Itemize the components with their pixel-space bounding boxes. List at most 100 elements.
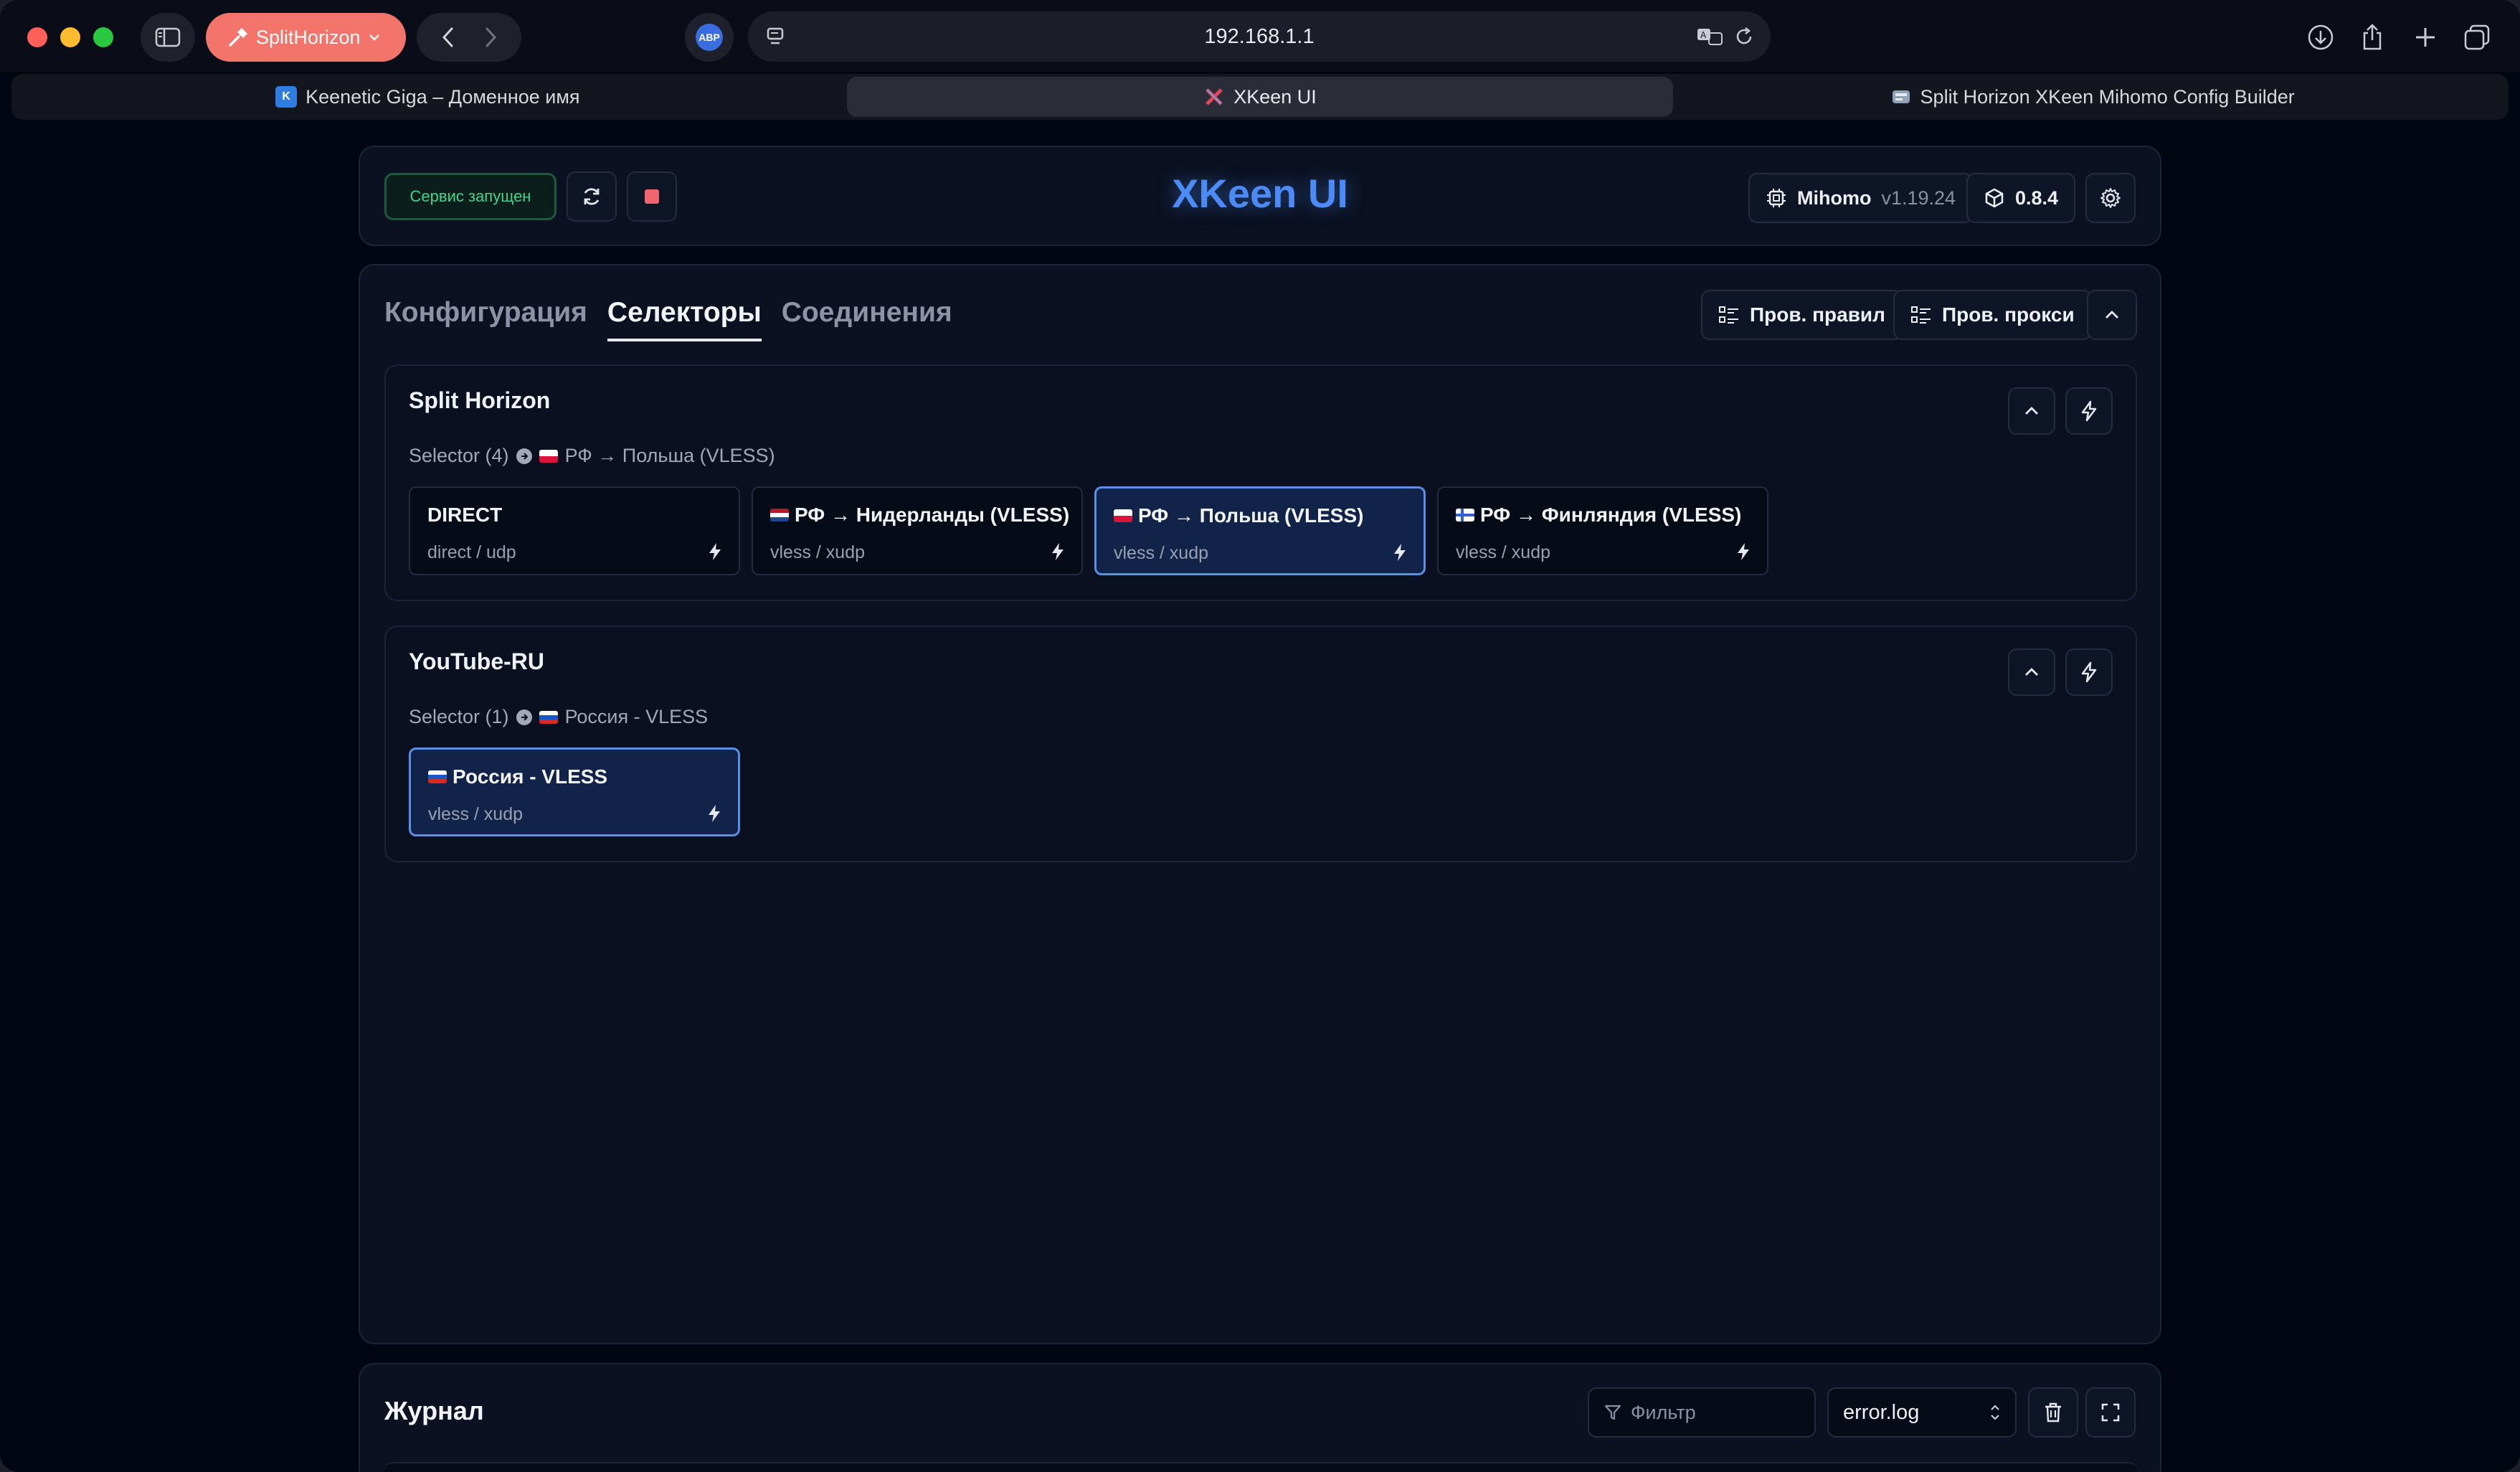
page-menu-icon[interactable] — [765, 26, 787, 47]
trash-icon — [2045, 1402, 2061, 1423]
collapse-group-button[interactable] — [2008, 648, 2055, 696]
arrow-right-icon — [516, 448, 532, 464]
sidebar-icon — [155, 27, 181, 47]
app-version-button[interactable]: 0.8.4 — [1966, 173, 2076, 223]
minimize-window-button[interactable] — [60, 27, 80, 47]
browser-window: SplitHorizon ABP 192.168.1.1 A K Keeneti… — [0, 0, 2520, 1472]
bolt-icon[interactable] — [1050, 542, 1066, 561]
downloads-button[interactable] — [2302, 19, 2339, 56]
back-button[interactable] — [440, 26, 457, 49]
poland-flag-icon — [539, 449, 558, 463]
bolt-icon[interactable] — [706, 804, 722, 823]
gear-icon — [2100, 188, 2121, 208]
url-text: 192.168.1.1 — [1204, 24, 1315, 48]
selector-group-youtube-ru: YouTube-RU Selector (1) Россия - VLESS Р… — [384, 626, 2137, 862]
package-icon — [1985, 188, 2004, 208]
app-header: Сервис запущен XKeen UI Mihomo v1.19.24 … — [359, 146, 2161, 246]
collapse-group-button[interactable] — [2008, 387, 2055, 435]
group-type: Selector (4) — [409, 445, 509, 466]
proxy-name: Россия - VLESS — [453, 765, 608, 788]
collapse-all-button[interactable] — [2087, 290, 2137, 340]
log-filter[interactable] — [1588, 1387, 1816, 1438]
tab-title: XKeen UI — [1233, 85, 1317, 108]
core-name: Mihomo — [1797, 187, 1872, 209]
chevron-up-icon — [2105, 311, 2118, 319]
bolt-icon[interactable] — [1392, 543, 1408, 562]
list-check-icon — [1719, 306, 1738, 324]
chevron-up-icon — [2025, 407, 2038, 415]
plus-icon — [2416, 28, 2435, 47]
log-output[interactable] — [384, 1462, 2137, 1472]
proxy-type: vless / xudp — [770, 542, 866, 562]
chevron-up-icon — [2025, 668, 2038, 676]
main-panel: Конфигурация Селекторы Соединения Пров. … — [359, 264, 2161, 1344]
xkeen-favicon-icon — [1205, 88, 1223, 105]
reload-icon[interactable] — [1733, 26, 1755, 47]
bolt-icon — [2081, 400, 2097, 422]
browser-tab-strip: K Keenetic Giga – Доменное имя XKeen UI … — [11, 74, 2509, 120]
browser-toolbar: SplitHorizon ABP 192.168.1.1 A — [0, 0, 2520, 72]
log-title: Журнал — [384, 1396, 484, 1425]
share-button[interactable] — [2354, 19, 2391, 56]
clear-log-button[interactable] — [2028, 1387, 2078, 1438]
close-window-button[interactable] — [27, 27, 47, 47]
browser-tab-keenetic[interactable]: K Keenetic Giga – Доменное имя — [14, 77, 841, 117]
tab-configuration[interactable]: Конфигурация — [384, 297, 587, 341]
tab-selectors[interactable]: Селекторы — [607, 297, 762, 341]
test-group-latency-button[interactable] — [2065, 387, 2113, 435]
proxy-name: РФ → Финляндия (VLESS) — [1480, 504, 1742, 526]
proxy-name: РФ → Польша (VLESS) — [1138, 504, 1364, 527]
chevron-down-icon — [369, 34, 379, 41]
check-rules-button[interactable]: Пров. правил — [1701, 290, 1903, 340]
group-type: Selector (1) — [409, 706, 509, 727]
forward-button[interactable] — [482, 26, 499, 49]
bolt-icon[interactable] — [707, 542, 723, 561]
expand-icon — [2101, 1403, 2120, 1422]
profile-name: SplitHorizon — [256, 26, 361, 48]
bolt-icon[interactable] — [1735, 542, 1751, 561]
log-file-value: error.log — [1843, 1400, 1920, 1424]
tab-overview-button[interactable] — [2458, 19, 2496, 56]
check-rules-label: Пров. правил — [1750, 303, 1885, 326]
selector-group-split-horizon: Split Horizon Selector (4) РФ → Польша (… — [384, 364, 2137, 601]
log-file-select[interactable]: error.log — [1827, 1387, 2017, 1438]
core-version-button[interactable]: Mihomo v1.19.24 — [1748, 173, 1974, 223]
proxy-type: vless / xudp — [1114, 543, 1209, 563]
check-proxies-button[interactable]: Пров. прокси — [1893, 290, 2092, 340]
proxy-name: DIRECT — [427, 504, 503, 526]
tab-overview-icon — [2464, 24, 2490, 50]
russia-flag-icon — [539, 710, 558, 724]
proxy-option[interactable]: DIRECT direct / udp — [409, 486, 740, 575]
proxy-option[interactable]: РФ → Нидерланды (VLESS) vless / xudp — [752, 486, 1083, 575]
browser-tab-xkeen[interactable]: XKeen UI — [846, 77, 1674, 117]
tab-title: Keenetic Giga – Доменное имя — [305, 85, 580, 108]
bolt-icon — [2081, 661, 2097, 683]
proxy-option-selected[interactable]: РФ → Польша (VLESS) vless / xudp — [1094, 486, 1426, 575]
sidebar-toggle-button[interactable] — [141, 13, 195, 62]
zoom-window-button[interactable] — [93, 27, 113, 47]
split-horizon-favicon-icon — [1892, 90, 1910, 103]
new-tab-button[interactable] — [2407, 19, 2444, 56]
log-filter-input[interactable] — [1631, 1401, 1796, 1424]
check-proxies-label: Пров. прокси — [1942, 303, 2075, 326]
group-current-proxy: РФ → Польша (VLESS) — [564, 445, 775, 466]
address-bar[interactable]: 192.168.1.1 A — [748, 11, 1771, 62]
profile-button[interactable]: SplitHorizon — [206, 13, 406, 62]
translate-icon[interactable]: A — [1696, 26, 1723, 47]
settings-button[interactable] — [2085, 173, 2136, 223]
fullscreen-log-button[interactable] — [2085, 1387, 2136, 1438]
test-group-latency-button[interactable] — [2065, 648, 2113, 696]
proxy-type: direct / udp — [427, 542, 516, 562]
adblock-extension-button[interactable]: ABP — [685, 13, 734, 62]
adblock-icon: ABP — [696, 24, 723, 51]
core-version: v1.19.24 — [1881, 187, 1956, 209]
proxy-type: vless / xudp — [428, 804, 524, 824]
tab-connections[interactable]: Соединения — [782, 297, 952, 341]
proxy-option-selected[interactable]: Россия - VLESS vless / xudp — [409, 747, 740, 836]
poland-flag-icon — [1114, 509, 1132, 522]
group-summary: Selector (1) Россия - VLESS — [409, 706, 708, 728]
arrow-right-icon — [516, 709, 532, 725]
browser-tab-split-horizon[interactable]: Split Horizon XKeen Mihomo Config Builde… — [1679, 77, 2506, 117]
proxy-option[interactable]: РФ → Финляндия (VLESS) vless / xudp — [1437, 486, 1768, 575]
list-check-icon — [1911, 306, 1931, 324]
